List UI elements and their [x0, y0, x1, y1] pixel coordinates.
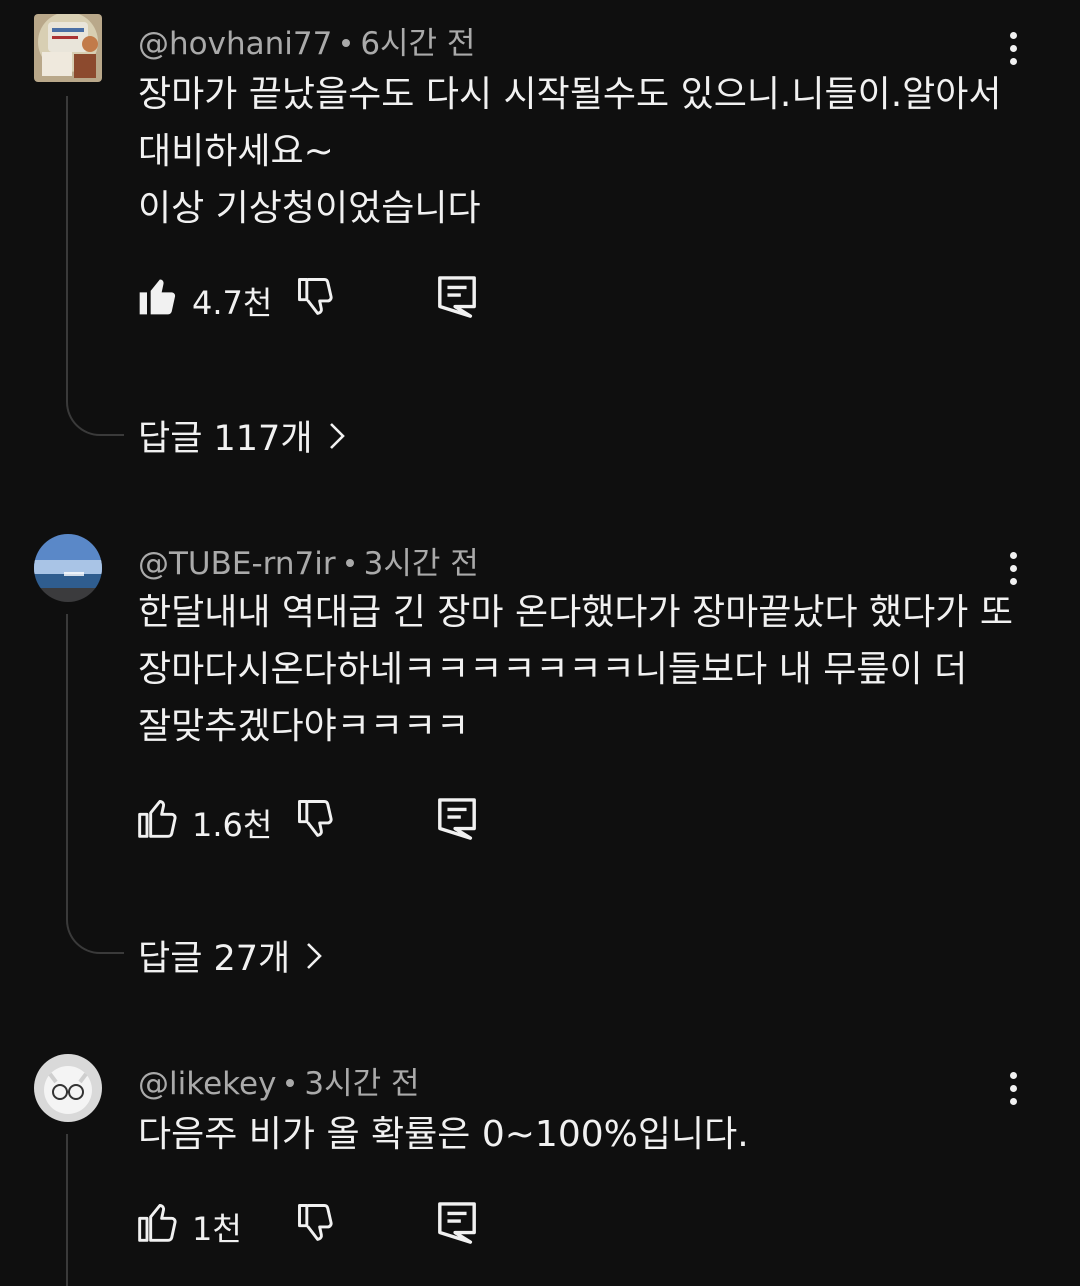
- separator-dot: [286, 1078, 295, 1087]
- reply-button[interactable]: [436, 274, 478, 324]
- author-name[interactable]: @hovhani77: [138, 26, 332, 62]
- thread-line: [66, 96, 68, 402]
- like-count: 1.6천: [192, 806, 273, 844]
- comment-meta: @TUBE-rn7ir 3시간 전: [138, 538, 479, 583]
- thumbs-down-icon: [298, 278, 333, 315]
- separator-dot: [345, 558, 354, 567]
- thread-line: [66, 614, 68, 920]
- comment-line: 다음주 비가 올 확률은 0~100%입니다.: [138, 1114, 749, 1155]
- comment-meta: @hovhani77 6시간 전: [138, 18, 475, 63]
- dislike-button[interactable]: [294, 1200, 338, 1248]
- kebab-menu-icon: [1010, 1072, 1017, 1079]
- more-options-button[interactable]: [996, 1066, 1030, 1110]
- avatar[interactable]: [34, 14, 102, 82]
- comment-text: 다음주 비가 올 확률은 0~100%입니다.: [138, 1106, 1018, 1163]
- comment-icon: [438, 798, 476, 840]
- comment-icon: [438, 276, 476, 318]
- replies-label: 답글 117개: [138, 419, 313, 459]
- thumbs-up-icon: [138, 800, 177, 838]
- author-name[interactable]: @likekey: [138, 1066, 276, 1102]
- thread-connector: [66, 918, 124, 954]
- comment-text: 장마가 끝났을수도 다시 시작될수도 있으니.니들이.알아서 대비하세요~ 이상…: [138, 66, 1018, 237]
- like-count: 1천: [192, 1210, 242, 1248]
- like-button[interactable]: [136, 796, 180, 844]
- timestamp: 3시간 전: [304, 1066, 420, 1102]
- thumbs-up-icon: [138, 1204, 177, 1242]
- comment-actions: 1.6천: [136, 796, 496, 844]
- avatar[interactable]: [34, 534, 102, 602]
- more-options-button[interactable]: [996, 26, 1030, 70]
- reply-button[interactable]: [436, 1200, 478, 1250]
- comment-line: 장마가 끝났을수도 다시 시작될수도 있으니.니들이.알아서: [138, 74, 1002, 115]
- separator-dot: [342, 38, 351, 47]
- chevron-right-icon: [327, 420, 347, 460]
- chevron-right-icon: [304, 940, 324, 980]
- dislike-button[interactable]: [294, 796, 338, 844]
- avatar[interactable]: [34, 1054, 102, 1122]
- like-count: 4.7천: [192, 284, 273, 322]
- comment-icon: [438, 1202, 476, 1244]
- comment-actions: 4.7천: [136, 274, 496, 322]
- thumbs-up-icon: [139, 279, 176, 315]
- view-replies-button[interactable]: 답글 117개: [138, 410, 347, 461]
- thread-line: [66, 1134, 68, 1286]
- kebab-menu-icon: [1010, 32, 1017, 39]
- comment-meta: @likekey 3시간 전: [138, 1058, 420, 1103]
- timestamp: 3시간 전: [363, 546, 479, 582]
- dislike-button[interactable]: [294, 274, 338, 322]
- comment-line: 잘맞추겠다야ㅋㅋㅋㅋ: [138, 706, 470, 747]
- replies-label: 답글 27개: [138, 939, 291, 979]
- view-replies-button[interactable]: 답글 27개: [138, 930, 324, 981]
- thread-connector: [66, 400, 124, 436]
- like-button[interactable]: [136, 1200, 180, 1248]
- timestamp: 6시간 전: [360, 26, 476, 62]
- like-button[interactable]: [136, 274, 180, 322]
- comment-actions: 1천: [136, 1200, 496, 1248]
- thumbs-down-icon: [298, 1204, 333, 1241]
- kebab-menu-icon: [1010, 552, 1017, 559]
- thumbs-down-icon: [298, 800, 333, 837]
- comment-line: 대비하세요~: [138, 131, 334, 172]
- reply-button[interactable]: [436, 796, 478, 846]
- comment-line: 장마다시온다하네ㅋㅋㅋㅋㅋㅋㅋ니들보다 내 무릎이 더: [138, 649, 968, 690]
- comment-line: 한달내내 역대급 긴 장마 온다했다가 장마끝났다 했다가 또: [138, 592, 1013, 633]
- comment-text: 한달내내 역대급 긴 장마 온다했다가 장마끝났다 했다가 또 장마다시온다하네…: [138, 584, 1018, 755]
- author-name[interactable]: @TUBE-rn7ir: [138, 546, 336, 582]
- comment-line: 이상 기상청이었습니다: [138, 188, 481, 229]
